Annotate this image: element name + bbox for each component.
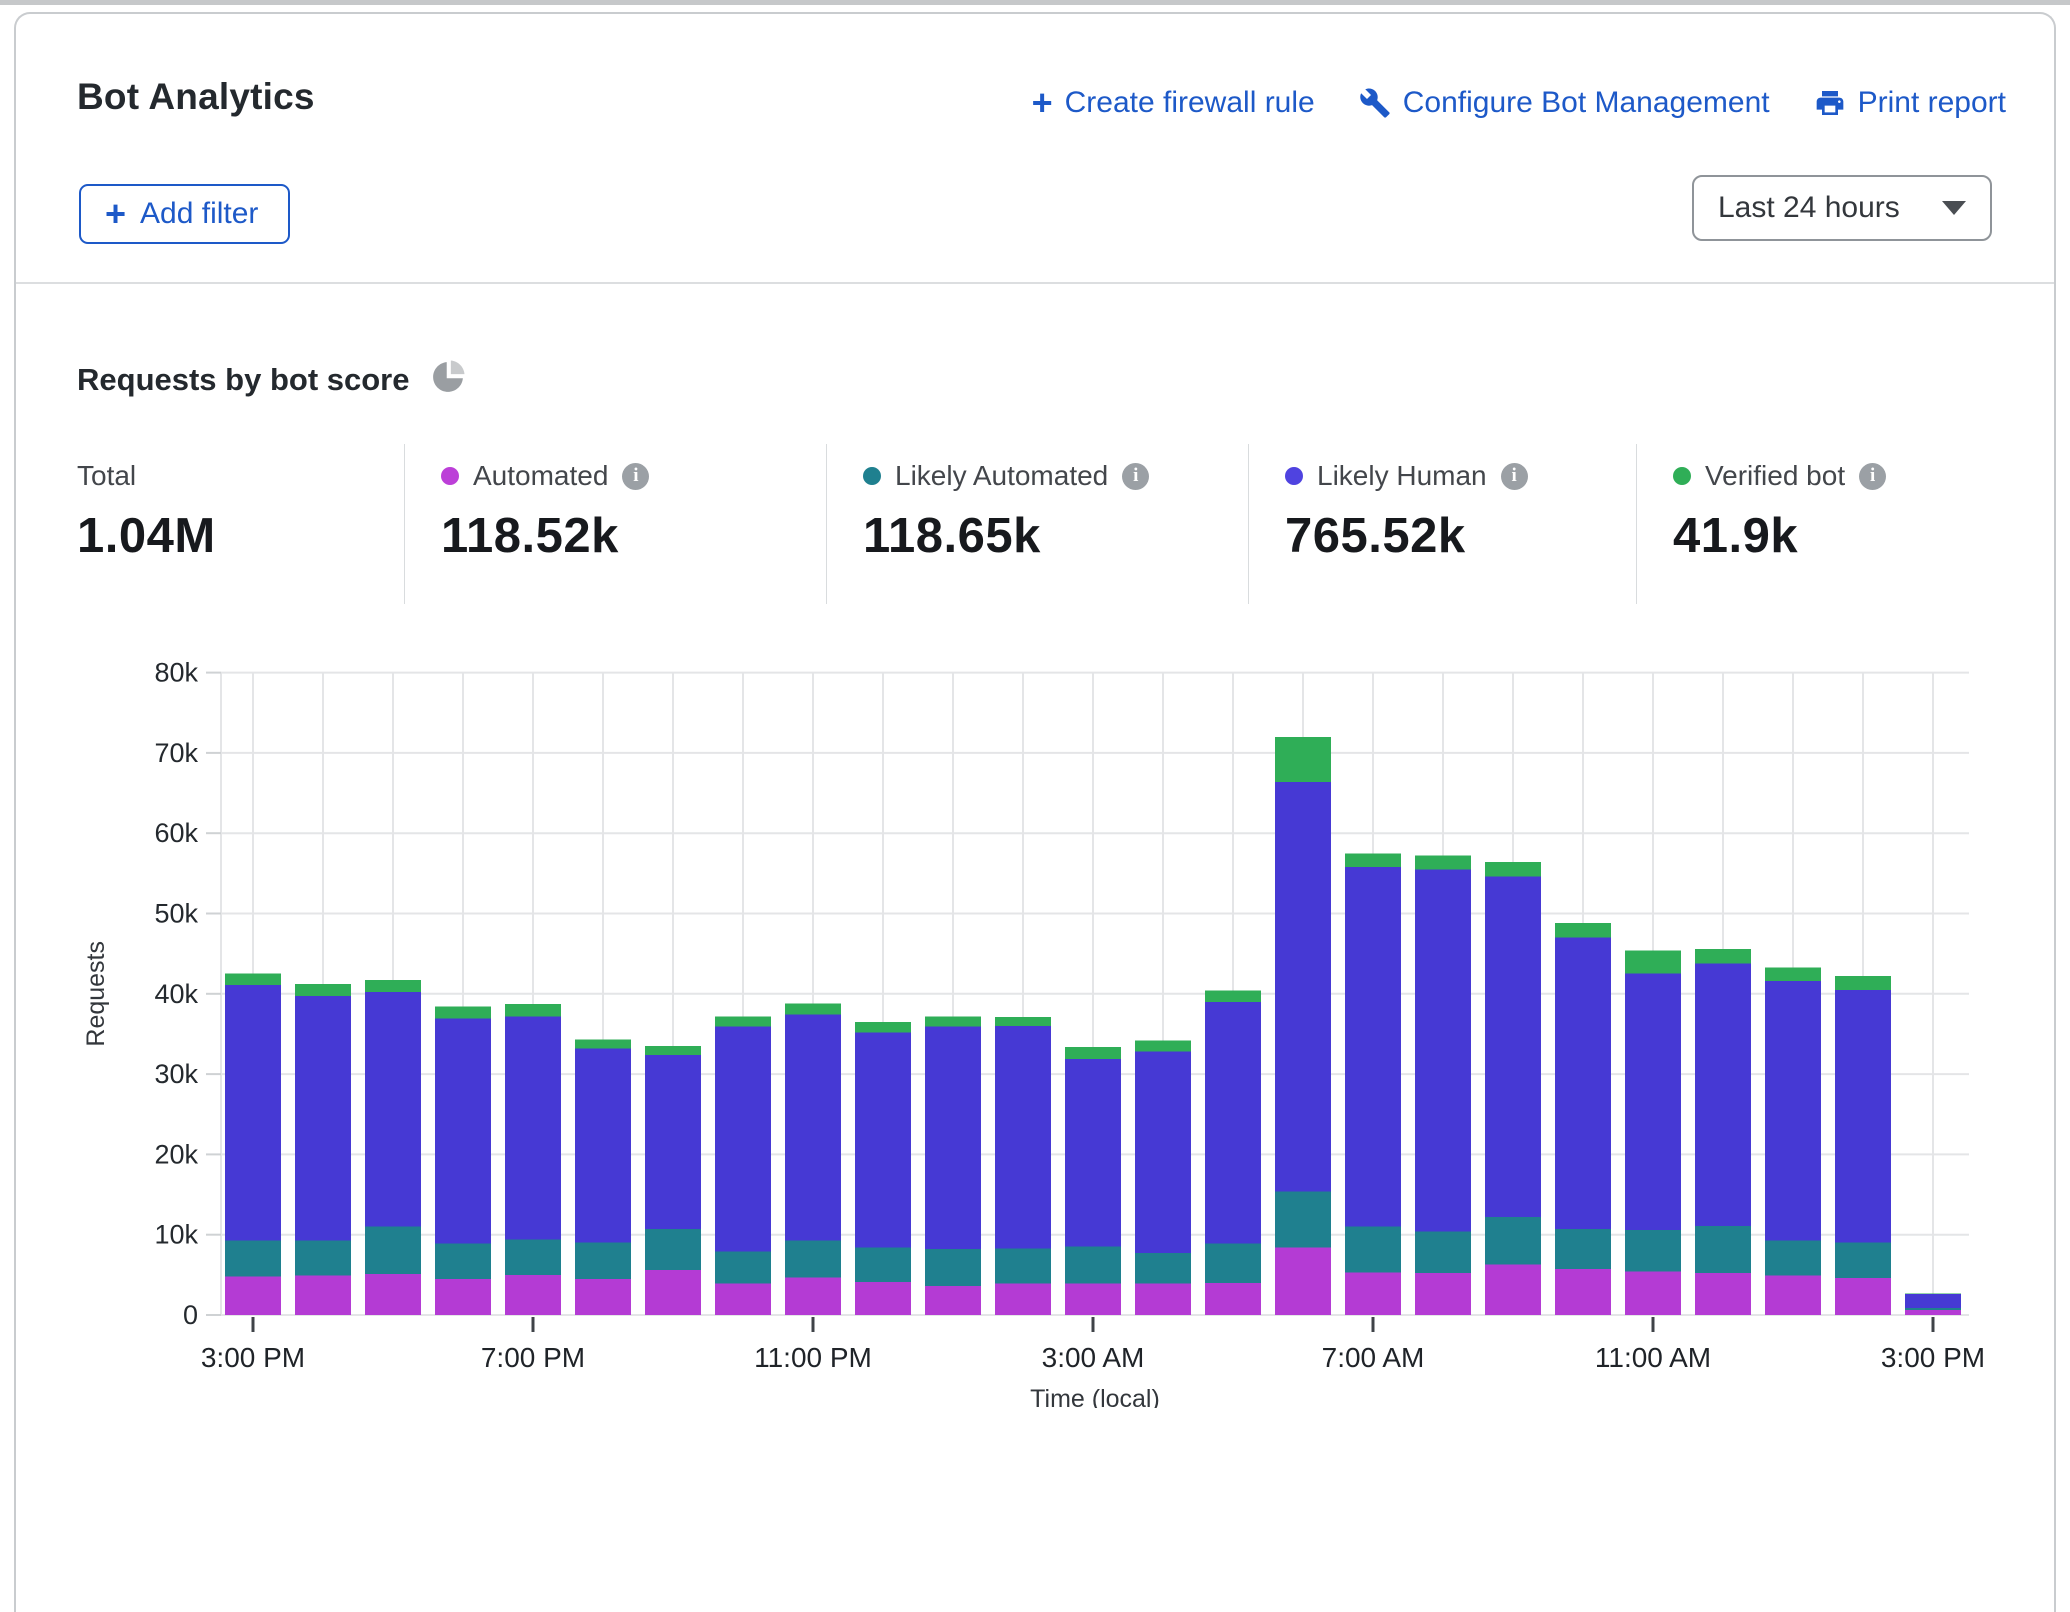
plus-icon: + (1032, 88, 1053, 118)
svg-text:60k: 60k (154, 818, 198, 848)
stat-total-value: 1.04M (77, 508, 404, 564)
chart-bar[interactable] (1485, 862, 1541, 1315)
print-report-label: Print report (1858, 86, 2006, 120)
chevron-down-icon (1942, 201, 1966, 215)
stat-verified-bot: Verified bot i 41.9k (1636, 444, 1996, 604)
chart-bar[interactable] (1275, 737, 1331, 1315)
configure-bot-management-link[interactable]: Configure Bot Management (1359, 86, 1770, 120)
stat-likely-automated: Likely Automated i 118.65k (826, 444, 1248, 604)
header-divider (16, 282, 2054, 284)
info-icon[interactable]: i (622, 463, 649, 490)
chart-bar[interactable] (225, 974, 281, 1315)
svg-text:Requests: Requests (82, 941, 110, 1047)
bot-analytics-card: Bot Analytics + Create firewall rule Con… (14, 12, 2056, 1612)
header-actions: + Create firewall rule Configure Bot Man… (1032, 86, 2006, 120)
stat-likely-automated-label: Likely Automated (895, 460, 1108, 492)
chart-bar[interactable] (925, 1016, 981, 1315)
svg-text:7:00 PM: 7:00 PM (481, 1342, 585, 1373)
chart-bar[interactable] (435, 1007, 491, 1315)
printer-icon (1814, 87, 1846, 119)
chart-bar[interactable] (295, 984, 351, 1315)
svg-text:11:00 PM: 11:00 PM (754, 1342, 872, 1373)
svg-text:70k: 70k (154, 738, 198, 768)
pie-chart-icon (429, 358, 467, 401)
create-firewall-rule-link[interactable]: + Create firewall rule (1032, 86, 1315, 120)
plus-icon: + (105, 199, 126, 229)
chart-bar[interactable] (1345, 853, 1401, 1315)
chart-bar[interactable] (365, 980, 421, 1315)
stat-likely-automated-value: 118.65k (863, 508, 1248, 564)
svg-text:Time (local): Time (local) (1030, 1385, 1160, 1408)
svg-text:0: 0 (183, 1300, 198, 1330)
stat-total-label: Total (77, 460, 136, 492)
svg-text:3:00 PM: 3:00 PM (201, 1342, 305, 1373)
svg-text:10k: 10k (154, 1220, 198, 1250)
chart-bar[interactable] (1905, 1293, 1961, 1315)
svg-text:11:00 AM: 11:00 AM (1595, 1342, 1711, 1373)
svg-text:7:00 AM: 7:00 AM (1322, 1342, 1425, 1373)
add-filter-button[interactable]: + Add filter (79, 184, 290, 244)
stat-verified-bot-label: Verified bot (1705, 460, 1845, 492)
create-firewall-rule-label: Create firewall rule (1065, 86, 1315, 120)
stat-likely-human-label: Likely Human (1317, 460, 1487, 492)
chart-bar[interactable] (785, 1003, 841, 1315)
svg-text:30k: 30k (154, 1059, 198, 1089)
y-axis-tick-labels: 0 10k 20k 30k 40k 50k 60k 70k 80k (154, 658, 198, 1330)
print-report-link[interactable]: Print report (1814, 86, 2006, 120)
section-title: Requests by bot score (77, 362, 409, 398)
chart-bar[interactable] (505, 1004, 561, 1315)
x-axis-tick-labels: 3:00 PM 7:00 PM 11:00 PM 3:00 AM 7:00 AM 11:0… (201, 1317, 1985, 1373)
section-title-row: Requests by bot score (77, 358, 467, 401)
chart-bar[interactable] (1065, 1047, 1121, 1315)
automated-dot-icon (441, 467, 459, 485)
time-range-value: Last 24 hours (1718, 191, 1942, 225)
chart-bar[interactable] (1415, 856, 1471, 1315)
verified-bot-dot-icon (1673, 467, 1691, 485)
wrench-icon (1359, 87, 1391, 119)
stat-automated: Automated i 118.52k (404, 444, 826, 604)
chart-bar[interactable] (715, 1016, 771, 1315)
configure-bot-management-label: Configure Bot Management (1403, 86, 1770, 120)
stat-automated-value: 118.52k (441, 508, 826, 564)
stat-total: Total 1.04M (77, 444, 404, 604)
chart-bar[interactable] (1695, 949, 1751, 1315)
chart-bar[interactable] (1835, 976, 1891, 1315)
page-title: Bot Analytics (77, 76, 315, 118)
svg-text:20k: 20k (154, 1139, 198, 1169)
stat-automated-label: Automated (473, 460, 608, 492)
info-icon[interactable]: i (1859, 463, 1886, 490)
chart-bar[interactable] (1205, 991, 1261, 1315)
chart-bar[interactable] (645, 1046, 701, 1315)
svg-text:3:00 PM: 3:00 PM (1881, 1342, 1985, 1373)
svg-text:3:00 AM: 3:00 AM (1042, 1342, 1145, 1373)
info-icon[interactable]: i (1501, 463, 1528, 490)
add-filter-label: Add filter (140, 197, 258, 231)
info-icon[interactable]: i (1122, 463, 1149, 490)
chart-bar[interactable] (575, 1040, 631, 1315)
chart-bar[interactable] (1765, 967, 1821, 1315)
stat-likely-human: Likely Human i 765.52k (1248, 444, 1636, 604)
stat-likely-human-value: 765.52k (1285, 508, 1636, 564)
svg-text:40k: 40k (154, 979, 198, 1009)
stats-row: Total 1.04M Automated i 118.52k Likely A… (77, 444, 2017, 604)
page-top-divider (0, 0, 2070, 5)
chart-bar[interactable] (995, 1017, 1051, 1315)
chart-bar[interactable] (1555, 923, 1611, 1315)
likely-automated-dot-icon (863, 467, 881, 485)
svg-text:50k: 50k (154, 899, 198, 929)
svg-text:80k: 80k (154, 658, 198, 688)
chart-bar[interactable] (1135, 1040, 1191, 1315)
stat-verified-bot-value: 41.9k (1673, 508, 1996, 564)
requests-by-bot-score-chart[interactable]: 0 10k 20k 30k 40k 50k 60k 70k 80k 3:00 PM 7:00 PM 1… (16, 627, 2070, 1408)
chart-bar[interactable] (855, 1022, 911, 1315)
time-range-select[interactable]: Last 24 hours (1692, 175, 1992, 241)
chart-bar[interactable] (1625, 950, 1681, 1315)
likely-human-dot-icon (1285, 467, 1303, 485)
